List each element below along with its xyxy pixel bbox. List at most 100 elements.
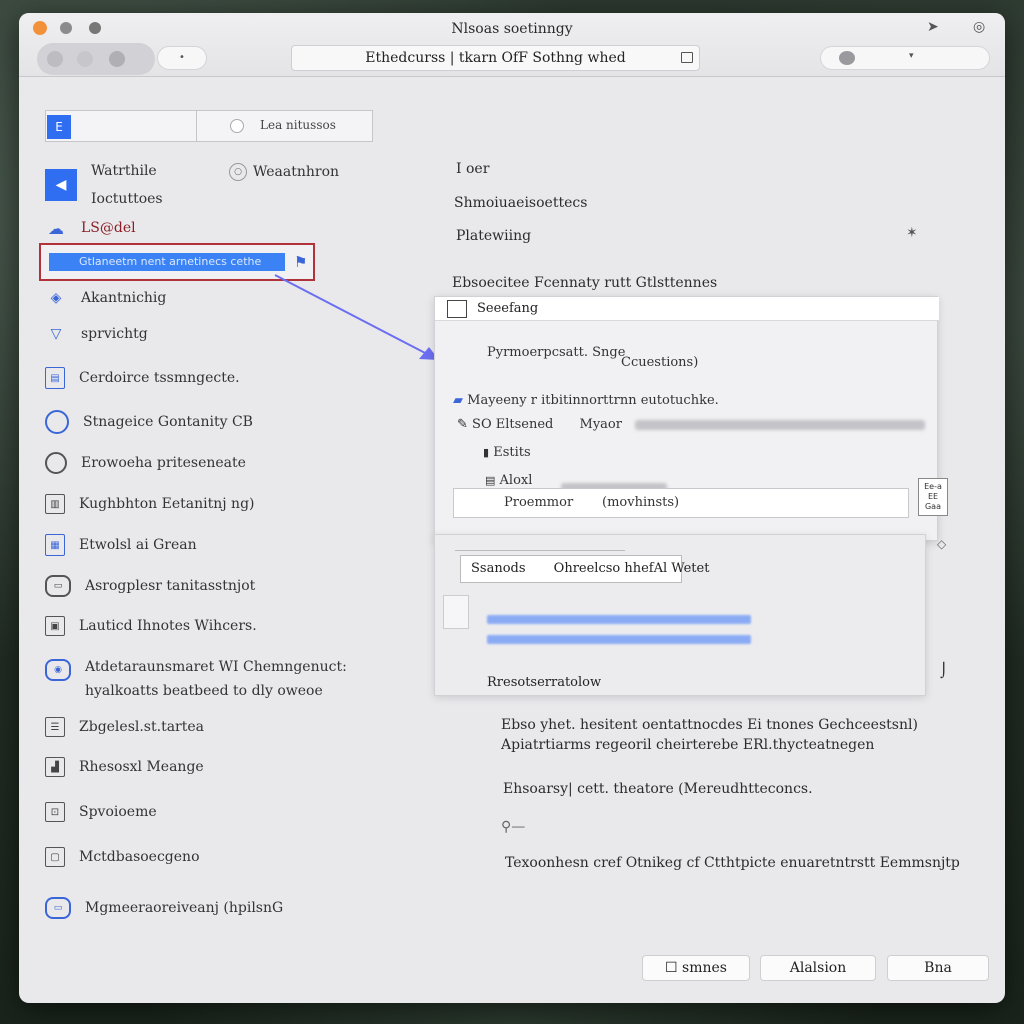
link-line-2[interactable]: [487, 635, 751, 644]
sidebar-item-label: Atdetaraunsmaret WI Chemngenuct:: [85, 659, 347, 675]
sidebar-item-5[interactable]: Stnageice Gontanity CB: [45, 410, 253, 434]
pin-icon[interactable]: ➤: [927, 19, 939, 35]
sidebar-item-14[interactable]: ⊡ Spvoioeme: [45, 802, 157, 822]
pin-icon: ✎: [457, 417, 468, 432]
back-icon[interactable]: [47, 51, 63, 67]
shield-icon: ▽: [50, 326, 62, 342]
popup-row-2-text: Mayeeny r itbitinnorttrnn eutotuchke.: [467, 393, 719, 408]
settings-icon[interactable]: ◎: [973, 19, 985, 35]
sidebar-item-label: Spvoioeme: [79, 804, 157, 820]
footer-button-3[interactable]: Bna: [887, 955, 989, 981]
popup-row-3[interactable]: ✎ SO Eltsened Myaor: [457, 417, 622, 432]
popup2-button-right: Ohreelcso hhefAl Wetet: [553, 561, 710, 576]
forward-icon[interactable]: [77, 51, 93, 67]
popup-row-4-text: Estits: [493, 445, 531, 460]
popup-checkbox[interactable]: [447, 300, 467, 318]
popup-row-5[interactable]: ▤ Aloxl: [485, 473, 532, 488]
details-line-1: Ebso yhet. hesitent oentattnocdes Ei tno…: [501, 717, 918, 733]
popup-row-5-text: Aloxl: [499, 473, 533, 488]
megaphone-icon: ◀: [45, 169, 77, 201]
popup-row-4[interactable]: ▮ Estits: [483, 445, 531, 460]
popup-row-1-right: Ccuestions): [621, 355, 699, 370]
sidebar: E Lea nitussos ◀ Watrthile Ioctuttoes ○ …: [19, 77, 429, 1003]
sidebar-item-10[interactable]: ▣ Lauticd Ihnotes Wihcers.: [45, 616, 257, 636]
flag-icon[interactable]: ⚑: [294, 253, 307, 271]
sidebar-item-label: Stnageice Gontanity CB: [83, 414, 253, 430]
sidebar-item-label: sprvichtg: [81, 326, 148, 342]
weather-chip[interactable]: ○ Weaatnhron: [229, 163, 339, 181]
camera-icon: ▭: [45, 897, 71, 919]
sidebar-item-1[interactable]: ☁ LS@del: [45, 217, 136, 239]
popup-input-label: Proemmor: [504, 495, 574, 510]
sidebar-item-0[interactable]: ◀ Watrthile Ioctuttoes: [45, 157, 163, 213]
popup2-footer: Rresotserratolow: [487, 675, 602, 690]
sidebar-item-16[interactable]: ▭ Mgmeeraoreiveanj (hpilsnG: [45, 897, 283, 919]
address-bar[interactable]: Ethedcurss | tkarn OfF Sothng whed: [291, 45, 700, 71]
details-line-2: Apiatrtiarms regeoril cheirterebe ERl.th…: [501, 737, 875, 753]
scroll-indicator[interactable]: ⌡: [940, 663, 947, 679]
detail-line-3: Ebsoecitee Fcennaty rutt Gtlsttennes: [452, 275, 718, 291]
sidebar-item-9[interactable]: ▭ Asrogplesr tanitasstnjot: [45, 575, 255, 597]
popup-row-2[interactable]: ▰ Mayeeny r itbitinnorttrnn eutotuchke.: [453, 393, 719, 408]
view-toggle-button[interactable]: •: [157, 46, 207, 70]
popup2-action-button[interactable]: Ssanods Ohreelcso hhefAl Wetet: [460, 555, 709, 583]
footer-button-2[interactable]: Alalsion: [760, 955, 876, 981]
sidebar-item-sublabel: Ioctuttoes: [91, 191, 163, 207]
details-checkbox-row[interactable]: Ehsoarsy| cett. theatore (Mereudhtteconc…: [503, 781, 813, 797]
reader-icon[interactable]: [681, 52, 693, 63]
settings-window: Nlsoas soetinngy ➤ ◎ • Ethedcurss | tkar…: [19, 13, 1005, 1003]
star-icon[interactable]: ✶: [906, 225, 918, 241]
navigation-segment[interactable]: [37, 43, 155, 75]
popup2-button-left: Ssanods: [471, 561, 526, 576]
sidebar-item-label: Kughbhton Eetanitnj ng): [79, 496, 255, 512]
sidebar-app-icon: E: [47, 115, 71, 139]
account-dropdown[interactable]: ▾: [820, 46, 990, 70]
image-icon: ▤: [485, 474, 496, 487]
chevron-down-icon: ▾: [909, 51, 914, 61]
document-icon: ▤: [45, 367, 65, 389]
popup-row-1-left: Pyrmoerpcsatt. Snge: [487, 345, 626, 360]
title-bar: Nlsoas soetinngy ➤ ◎ • Ethedcurss | tkar…: [19, 13, 1005, 77]
secondary-popup: Ssanods Ohreelcso hhefAl Wetet Rresotser…: [434, 534, 926, 696]
sidebar-item-13[interactable]: ▟ Rhesosxl Meange: [45, 757, 204, 777]
footer-button-1[interactable]: ☐ smnes: [642, 955, 750, 981]
address-text: Ethedcurss | tkarn OfF Sothng whed: [365, 50, 626, 66]
sidebar-item-label: Asrogplesr tanitasstnjot: [85, 578, 256, 594]
sidebar-item-7[interactable]: ▥ Kughbhton Eetanitnj ng): [45, 494, 255, 514]
sidebar-item-3[interactable]: ▽ sprvichtg: [45, 323, 148, 345]
window-title: Nlsoas soetinngy: [451, 21, 573, 37]
link-line-1[interactable]: [487, 615, 751, 624]
lock-icon: ▮: [483, 446, 490, 459]
connector-arrow: [274, 274, 439, 360]
sidebar-item-label: Lauticd Ihnotes Wihcers.: [79, 618, 257, 634]
search-icon: [230, 119, 244, 133]
section-heading: I oer: [456, 161, 490, 177]
sidebar-item-15[interactable]: ▢ Mctdbasoecgeno: [45, 847, 200, 867]
book-icon: ▥: [45, 494, 65, 514]
eye-icon: ◉: [45, 659, 71, 681]
sidebar-item-11[interactable]: ◉ Atdetaraunsmaret WI Chemngenuct: hyalk…: [45, 655, 347, 703]
popup-input-field[interactable]: Proemmor (movhinsts): [453, 488, 909, 518]
sidebar-item-4[interactable]: ▤ Cerdoirce tssmngecte.: [45, 367, 240, 389]
sidebar-toggle-icon[interactable]: [109, 51, 125, 67]
sidebar-item-label: Mctdbasoecgeno: [79, 849, 200, 865]
sidebar-search[interactable]: E Lea nitussos: [45, 110, 373, 142]
sidebar-item-6[interactable]: Erowoeha priteseneate: [45, 452, 246, 474]
sidebar-item-8[interactable]: ▦ Etwolsl ai Grean: [45, 534, 197, 556]
popup-header: Seeefang: [435, 297, 939, 321]
popup-row-3-text: SO Eltsened: [472, 417, 554, 432]
monitor-icon: ▭: [45, 575, 71, 597]
sidebar-item-2[interactable]: ◈ Akantnichig: [45, 287, 167, 309]
cloud-icon: ☁: [48, 218, 64, 238]
redacted-value: [635, 420, 925, 430]
mini-calendar-icon[interactable]: Ee-a EE Gaa: [918, 478, 948, 516]
search-label: Lea nitussos: [260, 118, 336, 132]
detail-line-2: Platewiing: [456, 228, 532, 244]
popup-header-title: Seeefang: [477, 301, 539, 316]
layers-icon: ◈: [50, 290, 62, 306]
list-icon: ☰: [45, 717, 65, 737]
key-icon: ⚲—: [501, 819, 526, 835]
sidebar-item-12[interactable]: ☰ Zbgelesl.st.tartea: [45, 717, 204, 737]
globe-icon: [45, 452, 67, 474]
camera-icon[interactable]: ◇: [937, 537, 946, 551]
